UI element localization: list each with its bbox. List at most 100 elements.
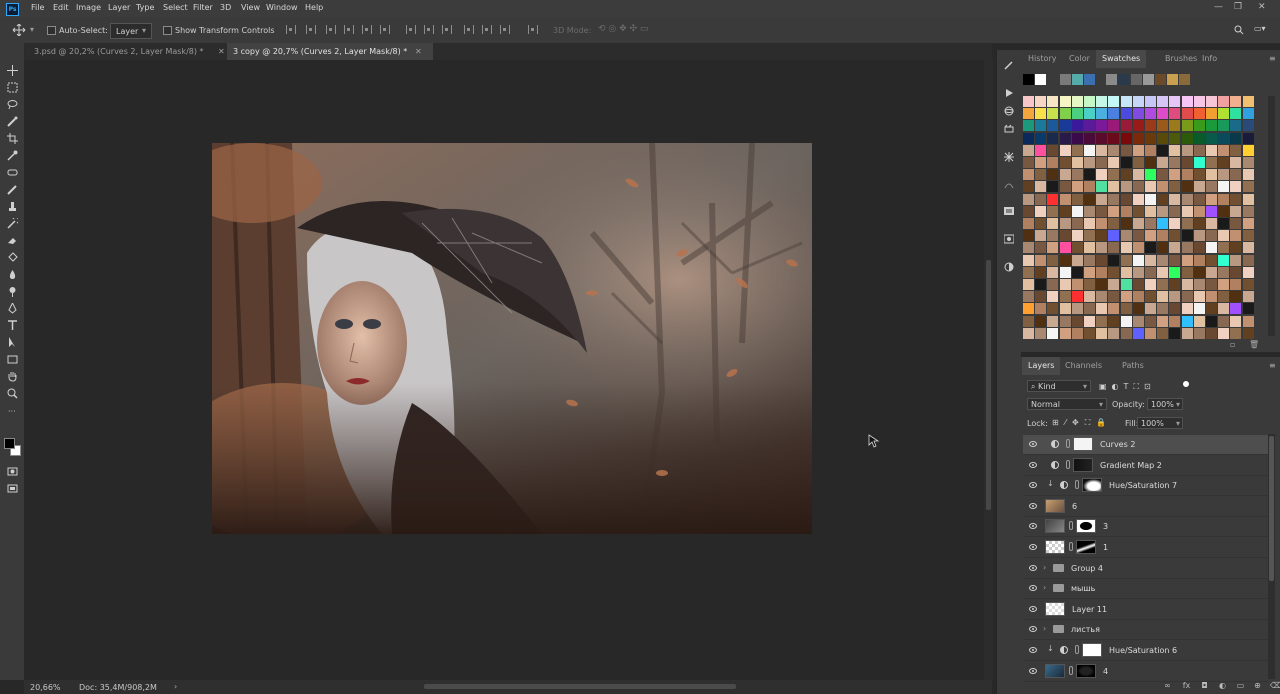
swatch[interactable] xyxy=(1071,157,1083,168)
swatch[interactable] xyxy=(1206,157,1217,168)
show-transform-checkbox[interactable] xyxy=(163,26,172,35)
swatch[interactable] xyxy=(1230,266,1242,278)
swatch[interactable] xyxy=(1132,266,1144,278)
swatch[interactable] xyxy=(1230,157,1242,168)
menu-view[interactable]: View xyxy=(241,3,260,12)
screen-mode-icon[interactable] xyxy=(7,483,18,494)
swatch[interactable] xyxy=(1047,254,1059,266)
swatch[interactable] xyxy=(1169,254,1181,266)
visibility-eye-icon[interactable] xyxy=(1029,605,1037,612)
swatch[interactable] xyxy=(1071,132,1083,144)
swatch[interactable] xyxy=(1071,169,1083,181)
swatch[interactable] xyxy=(1230,242,1242,254)
swatch[interactable] xyxy=(1218,108,1230,120)
swatch[interactable] xyxy=(1157,120,1169,132)
swatch[interactable] xyxy=(1218,169,1230,181)
swatch[interactable] xyxy=(1108,303,1120,315)
distribute-vcenter-icon[interactable] xyxy=(424,25,434,34)
chain-link-icon[interactable] xyxy=(1069,521,1073,531)
swatch[interactable] xyxy=(1035,108,1047,120)
swatch[interactable] xyxy=(1206,230,1217,242)
swatch[interactable] xyxy=(1155,74,1166,85)
swatch[interactable] xyxy=(1120,315,1132,327)
menu-layer[interactable]: Layer xyxy=(108,3,130,12)
chain-link-icon[interactable] xyxy=(1075,645,1079,654)
swatch[interactable] xyxy=(1145,157,1156,168)
swatch[interactable] xyxy=(1193,254,1205,266)
swatch[interactable] xyxy=(1206,108,1217,120)
swatch[interactable] xyxy=(1023,230,1034,242)
swatch[interactable] xyxy=(1059,266,1071,278)
swatch[interactable] xyxy=(1047,303,1059,315)
pen-tool-icon[interactable] xyxy=(7,303,18,314)
swatch[interactable] xyxy=(1071,327,1083,339)
swatch[interactable] xyxy=(1132,108,1144,120)
swatch[interactable] xyxy=(1071,315,1083,327)
tab-history[interactable]: History xyxy=(1022,50,1062,68)
swatch[interactable] xyxy=(1023,132,1034,144)
swatch[interactable] xyxy=(1193,315,1205,327)
swatch[interactable] xyxy=(1120,303,1132,315)
swatch[interactable] xyxy=(1157,169,1169,181)
menu-type[interactable]: Type xyxy=(136,3,154,12)
swatch[interactable] xyxy=(1230,96,1242,107)
swatch[interactable] xyxy=(1047,205,1059,217)
swatch[interactable] xyxy=(1169,193,1181,205)
swatch[interactable] xyxy=(1047,242,1059,254)
layer-row[interactable]: ↓ Hue/Saturation 7 xyxy=(1023,476,1268,497)
swatch[interactable] xyxy=(1230,205,1242,217)
swatch[interactable] xyxy=(1193,218,1205,229)
swatch[interactable] xyxy=(1230,120,1242,132)
search-icon[interactable] xyxy=(1234,25,1244,35)
swatch[interactable] xyxy=(1157,157,1169,168)
history-brush-tool-icon[interactable] xyxy=(7,218,18,229)
swatch[interactable] xyxy=(1047,169,1059,181)
swatch[interactable] xyxy=(1059,242,1071,254)
swatch[interactable] xyxy=(1023,279,1034,290)
swatch[interactable] xyxy=(1120,242,1132,254)
swatch[interactable] xyxy=(1035,193,1047,205)
swatch[interactable] xyxy=(1157,218,1169,229)
swatch[interactable] xyxy=(1145,132,1156,144)
swatch[interactable] xyxy=(1181,205,1193,217)
swatch[interactable] xyxy=(1118,74,1130,85)
shape-tool-icon[interactable] xyxy=(7,354,18,365)
swatch[interactable] xyxy=(1120,327,1132,339)
swatch[interactable] xyxy=(1157,242,1169,254)
swatch[interactable] xyxy=(1084,327,1095,339)
swatch[interactable] xyxy=(1096,96,1108,107)
swatch[interactable] xyxy=(1242,132,1254,144)
distribute-right-icon[interactable] xyxy=(500,25,510,34)
swatch[interactable] xyxy=(1035,144,1047,156)
swatch[interactable] xyxy=(1071,266,1083,278)
swatch[interactable] xyxy=(1145,169,1156,181)
swatch[interactable] xyxy=(1157,181,1169,193)
swatch[interactable] xyxy=(1145,108,1156,120)
swatch[interactable] xyxy=(1230,315,1242,327)
swatch[interactable] xyxy=(1047,291,1059,303)
expand-chevron-icon[interactable]: › xyxy=(1043,563,1046,572)
path-selection-tool-icon[interactable] xyxy=(7,337,18,348)
visibility-eye-icon[interactable] xyxy=(1029,626,1037,633)
swatch[interactable] xyxy=(1096,108,1108,120)
swatch[interactable] xyxy=(1193,181,1205,193)
layer-thumbnail[interactable] xyxy=(1045,601,1065,616)
properties-icon[interactable] xyxy=(1004,206,1014,216)
swatch[interactable] xyxy=(1096,157,1108,168)
swatch[interactable] xyxy=(1179,74,1191,85)
marquee-tool-icon[interactable] xyxy=(7,82,18,93)
layer-mask-thumbnail[interactable] xyxy=(1082,478,1102,493)
swatch[interactable] xyxy=(1169,266,1181,278)
layer-row[interactable]: 3 xyxy=(1023,517,1268,538)
layer-row[interactable]: Layer 11 xyxy=(1023,600,1268,620)
menu-image[interactable]: Image xyxy=(76,3,101,12)
swatch[interactable] xyxy=(1218,315,1230,327)
layer-row[interactable]: › мышь xyxy=(1023,579,1268,600)
swatch[interactable] xyxy=(1120,108,1132,120)
align-left-icon[interactable] xyxy=(286,25,296,34)
layer-row[interactable]: › листья xyxy=(1023,620,1268,641)
swatch[interactable] xyxy=(1035,315,1047,327)
swatch[interactable] xyxy=(1230,169,1242,181)
swatch[interactable] xyxy=(1120,218,1132,229)
swatch[interactable] xyxy=(1157,230,1169,242)
